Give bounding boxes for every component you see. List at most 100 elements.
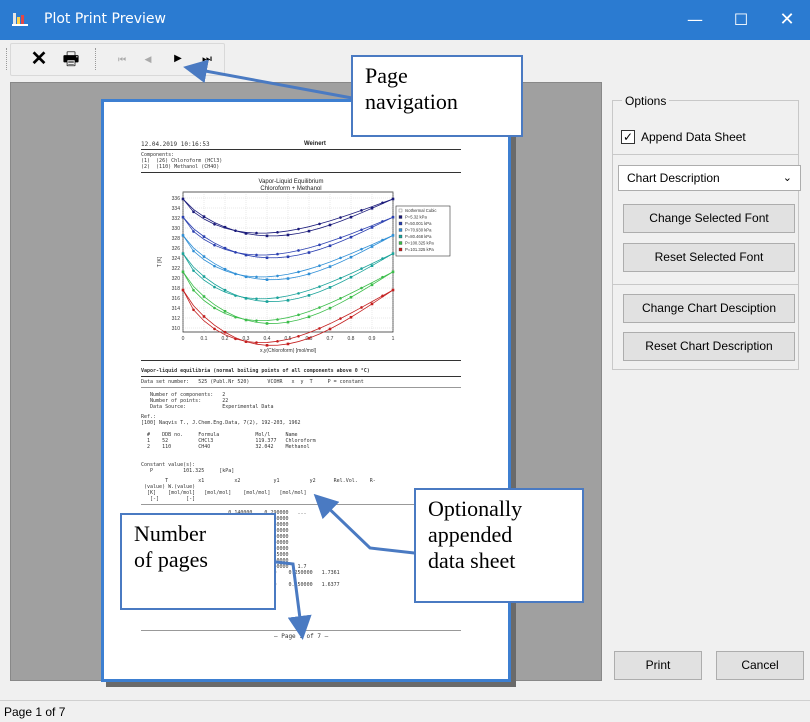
x-tick-label: 1	[392, 336, 395, 342]
chart-point	[213, 243, 216, 247]
chart-point	[234, 229, 237, 233]
chevron-down-icon: ⌄	[782, 172, 792, 184]
chart-point	[318, 264, 321, 268]
chart-point	[349, 275, 353, 279]
append-data-sheet-checkbox[interactable]: ✓	[621, 130, 635, 144]
reset-selected-font-button[interactable]: Reset Selected Font	[623, 243, 795, 272]
legend-marker	[398, 234, 403, 239]
chart-point	[349, 255, 353, 259]
chart-point	[244, 318, 248, 322]
app-chart-icon	[12, 13, 28, 26]
append-data-sheet-label[interactable]: Append Data Sheet	[641, 130, 746, 144]
chart-point	[360, 306, 363, 309]
chart-point	[286, 299, 290, 302]
legend-marker	[398, 228, 403, 232]
chart-point	[381, 275, 384, 279]
previous-page-icon[interactable]: ◀	[140, 47, 156, 71]
chart-point	[234, 251, 237, 254]
legend-label: P=101.325 kPa	[405, 247, 434, 252]
next-page-icon[interactable]: ▶	[170, 47, 186, 71]
chart-point	[265, 256, 269, 260]
chart-point	[223, 267, 227, 271]
chart-point	[339, 297, 342, 300]
chart-point	[286, 320, 290, 324]
chart-point	[202, 275, 206, 278]
close-window-button[interactable]: ✕	[764, 0, 810, 40]
chart-point	[307, 229, 311, 233]
maximize-button[interactable]: ☐	[718, 0, 764, 40]
y-tick-label: 310	[172, 326, 181, 332]
chart-point	[318, 327, 321, 330]
chart-point	[360, 247, 363, 251]
page-data-header: T x1 x2 y1 y2 Rel.Vol. R- (value) W.(val…	[144, 478, 376, 502]
page-rule	[141, 504, 461, 505]
chart-x-label: x,y(Chloroform) [mol/mol]	[260, 348, 317, 354]
chart-point	[213, 327, 216, 331]
chart-point	[181, 234, 185, 237]
chart-point	[297, 249, 300, 252]
chart-point	[297, 313, 300, 317]
x-tick-label: 0.8	[348, 336, 355, 342]
x-tick-label: 0.1	[201, 336, 208, 342]
chart-point	[181, 270, 185, 274]
y-tick-label: 336	[172, 196, 181, 202]
chart-point	[391, 252, 395, 255]
print-icon[interactable]: 🖶	[60, 47, 82, 71]
page-rule	[141, 360, 461, 361]
chart-point	[223, 246, 227, 250]
x-tick-label: 0.4	[264, 336, 271, 342]
page-component-table: # DDB no. Formula Mol/l Name 1 52 CHCl3 …	[147, 432, 316, 450]
dropdown-value: Chart Description	[627, 171, 720, 185]
chart-point	[307, 272, 311, 276]
chart-point	[181, 288, 185, 292]
chart-point	[297, 334, 300, 338]
first-page-icon[interactable]: ⏮	[114, 47, 130, 71]
reset-chart-description-button[interactable]: Reset Chart Description	[623, 332, 795, 361]
change-selected-font-button[interactable]: Change Selected Font	[623, 204, 795, 233]
chart-point	[318, 306, 321, 309]
chart-point	[276, 274, 279, 278]
chart-point	[339, 216, 342, 219]
y-tick-label: 312	[172, 316, 181, 322]
legend-marker	[398, 215, 403, 219]
chart-point	[265, 234, 269, 238]
toolbar-grip[interactable]	[6, 48, 10, 70]
chart-point	[255, 275, 258, 279]
close-preview-icon[interactable]: ✕	[28, 47, 50, 71]
last-page-icon[interactable]: ⏭	[198, 47, 216, 71]
chart-point	[328, 223, 332, 227]
chart-point	[339, 317, 342, 320]
y-tick-label: 332	[172, 216, 181, 222]
title-bar: Plot Print Preview — ☐ ✕	[0, 0, 810, 40]
chart-point	[318, 285, 321, 288]
options-title: Options	[622, 94, 670, 108]
chart-point	[192, 210, 195, 214]
chart-point	[223, 309, 227, 313]
minimize-button[interactable]: —	[672, 0, 718, 40]
page-rule	[141, 376, 461, 377]
description-dropdown[interactable]: Chart Description ⌄	[618, 165, 801, 191]
chart-point	[391, 288, 395, 292]
y-tick-label: 322	[172, 266, 181, 272]
print-button[interactable]: Print	[614, 651, 702, 680]
page-footer: — Page 1 of 7 —	[274, 633, 329, 640]
chart-point	[181, 252, 185, 255]
chart-point	[202, 295, 206, 298]
chart-point	[192, 230, 195, 233]
y-tick-label: 328	[172, 236, 181, 242]
toolbar-separator	[95, 48, 96, 70]
chart-point	[370, 226, 374, 229]
legend-marker	[398, 247, 403, 252]
legend-marker	[398, 241, 403, 245]
chart-point	[360, 209, 363, 212]
chart-point	[297, 270, 300, 274]
change-chart-description-button[interactable]: Change Chart Desciption	[623, 294, 795, 323]
chart-title-1: Vapor-Liquid Equilibrium	[259, 179, 324, 185]
chart-point	[192, 249, 195, 253]
cancel-button[interactable]: Cancel	[716, 651, 804, 680]
chart-point	[339, 276, 342, 280]
chart-point	[265, 278, 269, 281]
chart-point	[244, 253, 248, 257]
options-divider	[613, 284, 798, 285]
chart-point	[234, 294, 237, 297]
